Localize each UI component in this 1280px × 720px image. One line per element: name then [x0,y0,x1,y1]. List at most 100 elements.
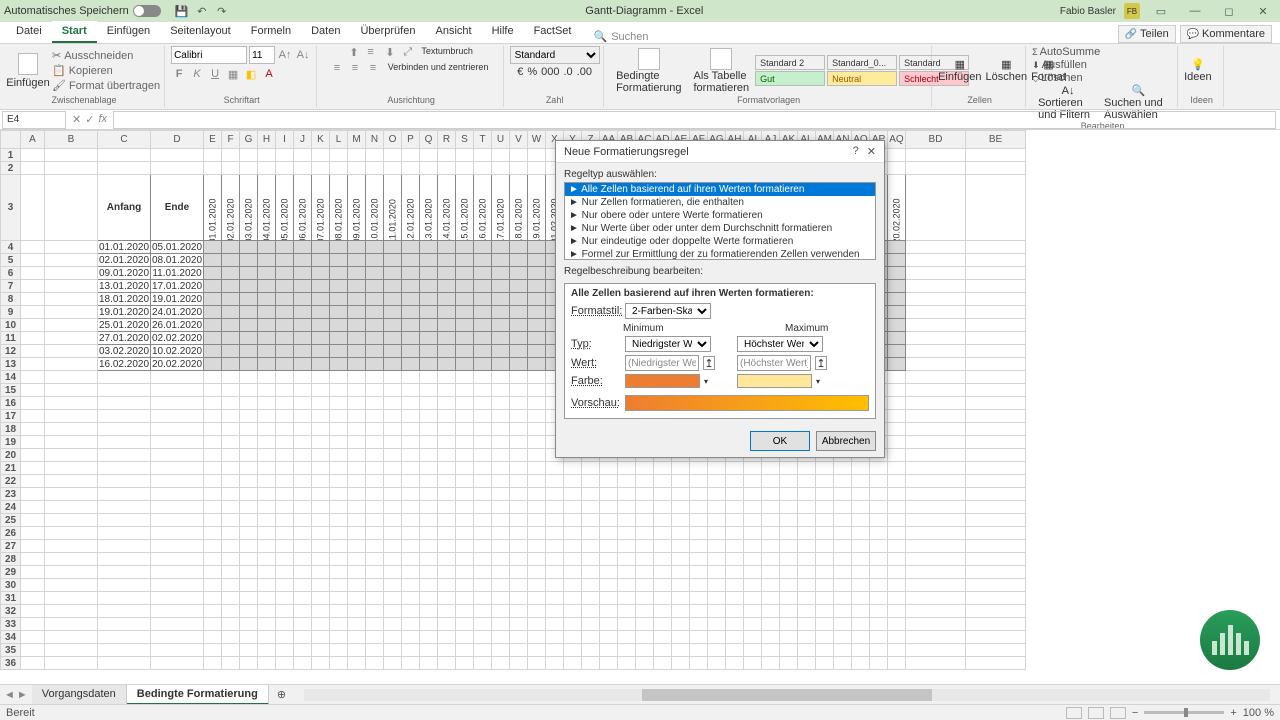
ribbon-tab-überprüfen[interactable]: Überprüfen [350,21,425,43]
cell-style-std0[interactable]: Standard_0... [827,55,897,70]
font-size-select[interactable] [249,46,275,64]
sheet-nav-next-icon[interactable]: ► [17,689,28,701]
max-wert-input[interactable] [737,355,811,371]
rule-type-item[interactable]: ► Nur Zellen formatieren, die enthalten [565,196,875,209]
wrap-text-button[interactable]: Textumbruch [421,46,473,60]
clear-button[interactable]: ◇ Löschen [1032,72,1083,84]
orientation-icon[interactable]: ⤢ [403,46,417,60]
align-center-icon[interactable]: ≡ [352,62,366,76]
italic-icon[interactable]: K [189,66,205,82]
fill-color-icon[interactable]: ◧ [243,66,259,82]
min-ref-icon[interactable]: ↥ [703,356,715,370]
merge-button[interactable]: Verbinden und zentrieren [388,62,489,76]
dialog-close-icon[interactable]: ✕ [867,145,876,158]
enter-formula-icon[interactable]: ✓ [85,113,94,126]
sheet-tab[interactable]: Vorgangsdaten [32,685,127,705]
undo-icon[interactable]: ↶ [195,4,209,18]
ribbon-tab-ansicht[interactable]: Ansicht [425,21,481,43]
align-right-icon[interactable]: ≡ [370,62,384,76]
sheet-nav-prev-icon[interactable]: ◄ [4,689,15,701]
decrease-font-icon[interactable]: A↓ [295,47,311,63]
format-as-table-button[interactable]: Als Tabelle formatieren [688,48,756,94]
autosave-toggle[interactable]: Automatisches Speichern [4,5,161,17]
page-break-view-icon[interactable] [1110,707,1126,719]
rule-type-item[interactable]: ► Nur eindeutige oder doppelte Werte for… [565,235,875,248]
redo-icon[interactable]: ↷ [215,4,229,18]
rule-type-item[interactable]: ► Nur Werte über oder unter dem Durchsch… [565,222,875,235]
fx-icon[interactable]: fx [98,113,107,126]
cancel-button[interactable]: Abbrechen [816,431,876,451]
zoom-out-icon[interactable]: − [1132,707,1138,719]
delete-cells-button[interactable]: ▦Löschen [986,58,1028,83]
cell-style-std2[interactable]: Standard 2 [755,55,825,70]
dialog-help-icon[interactable]: ? [853,145,859,158]
formatstil-select[interactable]: 2-Farben-Skala [625,303,711,319]
inc-decimal-icon[interactable]: .0 [563,66,572,78]
cell-style-neutral[interactable]: Neutral [827,71,897,86]
ribbon-tab-hilfe[interactable]: Hilfe [482,21,524,43]
cancel-formula-icon[interactable]: ✕ [72,113,81,126]
fill-button[interactable]: ⬇ Ausfüllen [1032,59,1087,71]
font-color-icon[interactable]: A [261,66,277,82]
ribbon-tab-factset[interactable]: FactSet [524,21,582,43]
font-name-select[interactable] [171,46,247,64]
page-layout-view-icon[interactable] [1088,707,1104,719]
avatar[interactable]: FB [1124,3,1140,19]
toggle-switch[interactable] [133,5,161,17]
ribbon-tab-start[interactable]: Start [52,21,97,43]
min-wert-input[interactable] [625,355,699,371]
minimize-icon[interactable]: — [1182,2,1208,20]
zoom-slider[interactable] [1144,711,1224,714]
add-sheet-button[interactable]: ⊕ [269,688,294,701]
ideas-button[interactable]: 💡Ideen [1184,58,1212,83]
user-name[interactable]: Fabio Basler [1060,6,1116,17]
ok-button[interactable]: OK [750,431,810,451]
rule-type-list[interactable]: ► Alle Zellen basierend auf ihren Werten… [564,182,876,260]
sheet-tab[interactable]: Bedingte Formatierung [127,685,269,705]
autosum-button[interactable]: Σ AutoSumme [1032,46,1100,58]
align-left-icon[interactable]: ≡ [334,62,348,76]
comments-button[interactable]: 💬 Kommentare [1180,25,1272,43]
cut-button[interactable]: ✂ Ausschneiden [52,49,160,62]
align-middle-icon[interactable]: ≡ [367,46,381,60]
insert-cells-button[interactable]: ▦Einfügen [938,58,981,83]
format-painter-button[interactable]: 🖌 Format übertragen [52,79,160,92]
formula-input[interactable] [113,111,1276,129]
horizontal-scrollbar[interactable] [304,689,1270,701]
ribbon-tab-datei[interactable]: Datei [6,21,52,43]
rule-type-item[interactable]: ► Nur obere oder untere Werte formatiere… [565,209,875,222]
max-typ-select[interactable]: Höchster Wert [737,336,823,352]
min-typ-select[interactable]: Niedrigster Wert [625,336,711,352]
rule-type-item[interactable]: ► Alle Zellen basierend auf ihren Werten… [565,183,875,196]
ribbon-tab-daten[interactable]: Daten [301,21,350,43]
increase-font-icon[interactable]: A↑ [277,47,293,63]
ribbon-tab-einfügen[interactable]: Einfügen [97,21,160,43]
conditional-formatting-button[interactable]: Bedingte Formatierung [610,48,687,94]
max-color-picker[interactable] [737,374,812,388]
bold-icon[interactable]: F [171,66,187,82]
max-ref-icon[interactable]: ↥ [815,356,827,370]
normal-view-icon[interactable] [1066,707,1082,719]
rule-type-item[interactable]: ► Formel zur Ermittlung der zu formatier… [565,248,875,260]
number-format-select[interactable]: Standard [510,46,600,64]
search-box[interactable]: 🔍 Suchen [593,30,648,43]
share-button[interactable]: 🔗 Teilen [1118,25,1176,43]
min-color-picker[interactable] [625,374,700,388]
copy-button[interactable]: 📋 Kopieren [52,64,160,77]
zoom-in-icon[interactable]: + [1230,707,1236,719]
align-top-icon[interactable]: ⬆ [349,46,363,60]
cell-style-gut[interactable]: Gut [755,71,825,86]
ribbon-tab-formeln[interactable]: Formeln [241,21,301,43]
zoom-level[interactable]: 100 % [1243,707,1274,719]
dec-decimal-icon[interactable]: .00 [577,66,592,78]
save-icon[interactable]: 💾 [175,4,189,18]
name-box[interactable]: E4 [2,111,66,129]
percent-icon[interactable]: % [527,66,537,78]
border-icon[interactable]: ▦ [225,66,241,82]
maximize-icon[interactable]: ◻ [1216,2,1242,20]
ribbon-tab-seitenlayout[interactable]: Seitenlayout [160,21,241,43]
close-icon[interactable]: ✕ [1250,2,1276,20]
comma-icon[interactable]: 000 [541,66,559,78]
paste-button[interactable]: Einfügen [8,53,48,89]
align-bottom-icon[interactable]: ⬇ [385,46,399,60]
